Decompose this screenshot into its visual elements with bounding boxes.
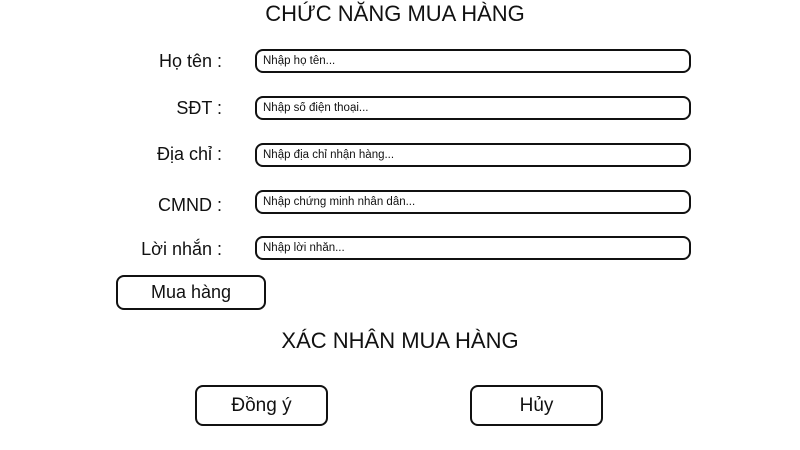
message-label: Lời nhắn :	[141, 239, 222, 259]
purchase-form-title: CHỨC NĂNG MUA HÀNG	[265, 1, 525, 26]
cancel-button[interactable]: Hủy	[470, 385, 603, 426]
message-field[interactable]	[255, 236, 691, 260]
phone-field[interactable]	[255, 96, 691, 120]
address-field[interactable]	[255, 143, 691, 167]
agree-button[interactable]: Đồng ý	[195, 385, 328, 426]
name-label: Họ tên :	[158, 51, 222, 71]
confirm-title: XÁC NHÂN MUA HÀNG	[281, 328, 519, 353]
address-label: Địa chỉ :	[156, 144, 222, 164]
phone-label: SĐT :	[176, 98, 222, 118]
buy-button[interactable]: Mua hàng	[116, 275, 266, 310]
id-card-field[interactable]	[255, 190, 691, 214]
name-field[interactable]	[255, 49, 691, 73]
id-card-label: CMND :	[158, 195, 222, 215]
